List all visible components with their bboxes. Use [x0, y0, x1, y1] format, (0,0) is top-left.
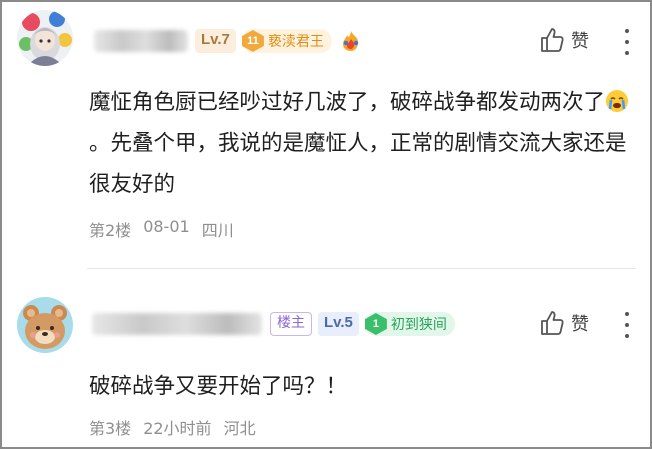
title-badge-text: 亵渎君王: [267, 34, 324, 50]
gem-icon: 1: [364, 313, 387, 335]
gem-icon: 11: [241, 30, 264, 52]
avatar[interactable]: [17, 297, 73, 353]
username-blurred[interactable]: [92, 313, 262, 335]
like-button[interactable]: 赞: [539, 309, 589, 337]
level-badge: Lv.5: [318, 312, 359, 336]
anime-character-avatar-icon: [17, 10, 73, 66]
comment-list-frame: Lv.7 11 亵渎君王 赞 魔怔角色厨已经吵过好几波了，破碎战争都发动两次了。…: [0, 0, 652, 449]
comment-text-part: 魔怔角色厨已经吵过好几波了，破碎战争都发动两次了: [89, 90, 606, 115]
comment-text-part: 。先叠个甲，我说的是魔怔人，正常的剧情交流大家还是很友好的: [89, 131, 627, 197]
title-badge[interactable]: 11 亵渎君王: [241, 29, 332, 53]
thread-owner-badge: 楼主: [270, 312, 312, 336]
crying-face-icon: [606, 90, 629, 112]
level-badge: Lv.7: [195, 29, 236, 53]
thumbs-up-icon: [541, 311, 564, 335]
comment-meta: 第3楼 22小时前 河北: [89, 415, 256, 439]
username-blurred[interactable]: [94, 30, 188, 52]
timestamp: 22小时前: [143, 419, 212, 438]
like-label: 赞: [571, 31, 589, 52]
title-badge[interactable]: 1 初到狭间: [364, 312, 455, 336]
user-badges: 楼主 Lv.5 1 初到狭间: [270, 312, 455, 336]
comment-item: 楼主 Lv.5 1 初到狭间 赞 破碎战争又要开始了吗？！ 第3楼 22小时前 …: [2, 269, 650, 449]
comment-item: Lv.7 11 亵渎君王 赞 魔怔角色厨已经吵过好几波了，破碎战争都发动两次了。…: [2, 2, 650, 268]
location: 四川: [201, 221, 234, 240]
comment-meta: 第2楼 08-01 四川: [89, 217, 234, 241]
thumbs-up-icon: [541, 28, 564, 52]
bear-avatar-icon: [17, 297, 73, 353]
location: 河北: [223, 419, 256, 438]
floor-number: 第3楼: [89, 419, 132, 438]
comment-content: 破碎战争又要开始了吗？！: [89, 374, 348, 399]
avatar[interactable]: [17, 10, 73, 66]
fire-badge-icon: [342, 31, 359, 51]
user-badges: Lv.7 11 亵渎君王: [195, 29, 364, 53]
comment-content: 魔怔角色厨已经吵过好几波了，破碎战争都发动两次了。先叠个甲，我说的是魔怔人，正常…: [89, 82, 630, 205]
floor-number: 第2楼: [89, 221, 132, 240]
timestamp: 08-01: [143, 217, 190, 236]
title-badge-text: 初到狭间: [390, 317, 447, 333]
like-button[interactable]: 赞: [539, 26, 589, 54]
more-options-icon[interactable]: [623, 312, 631, 338]
like-label: 赞: [571, 314, 589, 335]
more-options-icon[interactable]: [623, 29, 631, 55]
